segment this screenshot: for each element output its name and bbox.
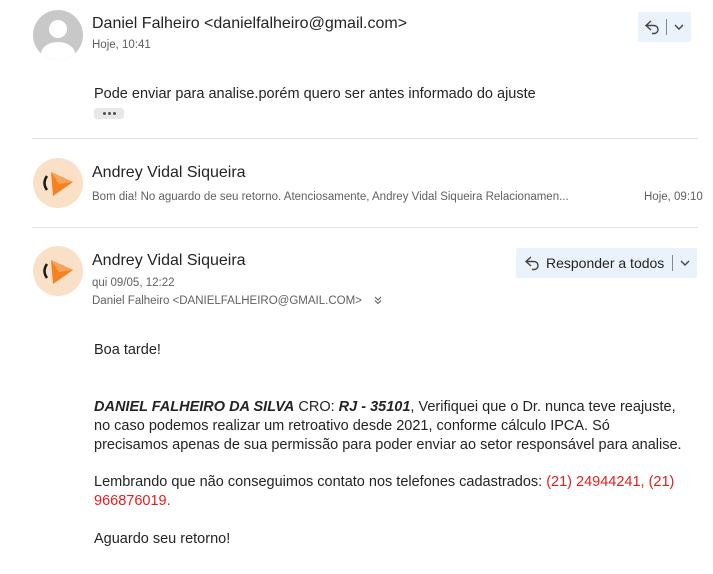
reply-all-label: Responder a todos (546, 255, 665, 271)
more-actions-button[interactable] (673, 248, 697, 278)
message-date: qui 09/05, 12:22 (92, 277, 175, 289)
reply-icon (644, 20, 659, 35)
chevron-down-icon (680, 260, 690, 266)
cro-label: CRO: (294, 399, 339, 415)
avatar-andrey (33, 158, 83, 208)
paragraph-1: DANIEL FALHEIRO DA SILVA CRO: RJ - 35101… (94, 398, 684, 455)
recipient-line: Daniel Falheiro <DANIELFALHEIRO@GMAIL.CO… (92, 295, 383, 307)
message-body: Pode enviar para analise.porém quero ser… (94, 86, 536, 102)
brand-logo-icon (43, 172, 73, 196)
divider (32, 227, 698, 228)
chevron-down-icon (674, 24, 684, 30)
more-actions-button[interactable] (667, 12, 691, 42)
client-name: DANIEL FALHEIRO DA SILVA (94, 399, 295, 415)
person-icon (41, 20, 75, 60)
greeting: Boa tarde! (94, 342, 161, 358)
closing: Aguardo seu retorno! (94, 531, 231, 547)
cro-number: RJ - 35101 (338, 399, 411, 415)
reply-all-button[interactable]: Responder a todos (516, 248, 672, 278)
reply-all-icon (524, 256, 539, 271)
paragraph-2: Lembrando que não conseguimos contato no… (94, 473, 684, 511)
paragraph-2-text: Lembrando que não conseguimos contato no… (94, 474, 547, 490)
sender-name[interactable]: Daniel Falheiro <danielfalheiro@gmail.co… (92, 15, 407, 33)
avatar-daniel (33, 10, 83, 60)
reply-button[interactable] (638, 12, 666, 42)
sender-name[interactable]: Andrey Vidal Siqueira (92, 252, 246, 270)
recipient[interactable]: Daniel Falheiro <DANIELFALHEIRO@GMAIL.CO… (92, 295, 362, 307)
message-time: Hoje, 10:41 (92, 39, 151, 51)
message-time: Hoje, 09:10 (644, 191, 703, 203)
reply-all-button-group: Responder a todos (516, 248, 698, 278)
show-more-button[interactable] (94, 108, 124, 119)
avatar-andrey (33, 246, 83, 296)
expand-recipients-icon[interactable] (373, 295, 383, 305)
sender-name[interactable]: Andrey Vidal Siqueira (92, 164, 246, 182)
reply-button-group (638, 12, 691, 42)
message-preview[interactable]: Bom dia! No aguardo de seu retorno. Aten… (92, 191, 587, 203)
brand-logo-icon (43, 260, 73, 284)
divider (32, 138, 698, 139)
